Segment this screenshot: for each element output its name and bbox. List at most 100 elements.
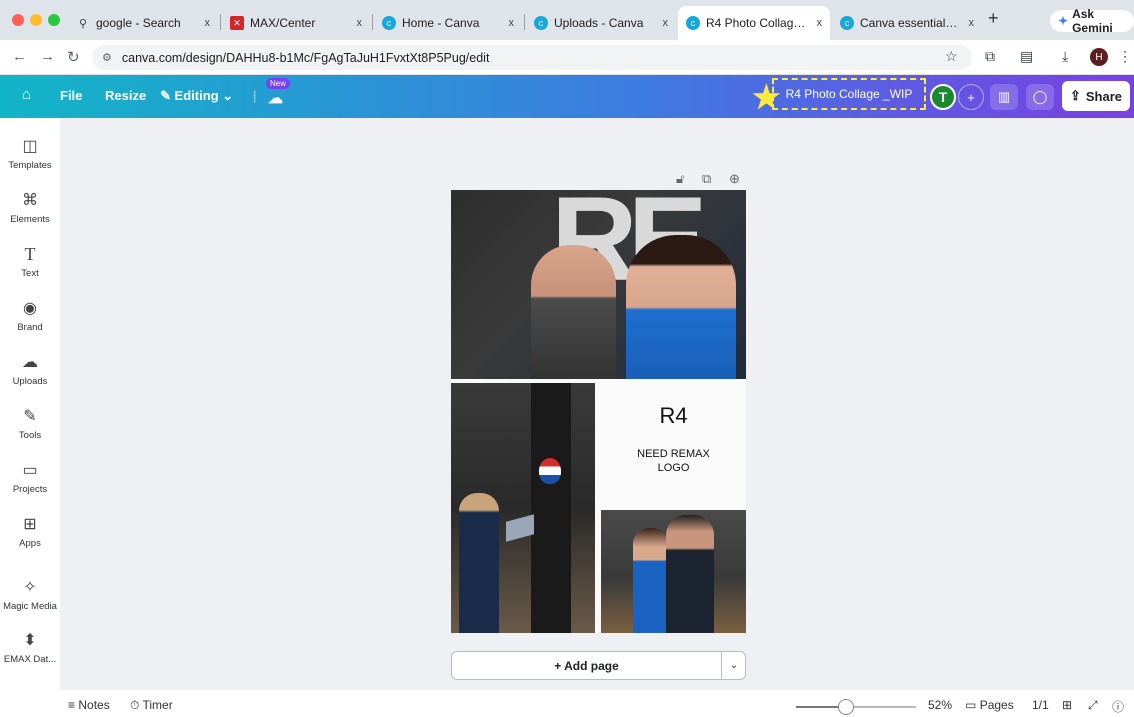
sidebar-item-templates[interactable]: ◫ Templates (0, 136, 60, 171)
address-bar[interactable]: ⚙ canva.com/design/DAHHu8-b1Mc/FgAgTaJuH… (92, 45, 972, 70)
canva-icon: c (840, 16, 854, 30)
home-icon[interactable]: ⌂ (22, 86, 31, 103)
tab-label: Canva essentials - Can (860, 16, 963, 30)
chevron-down-icon: ⌄ (222, 88, 234, 103)
file-menu-button[interactable]: File (60, 88, 82, 103)
close-tab-icon[interactable]: x (817, 17, 823, 29)
canva-icon: c (534, 16, 548, 30)
extensions-icon[interactable]: ⧉ (985, 48, 995, 65)
sidebar-item-projects[interactable]: ▭ Projects (0, 460, 60, 495)
logo-note-text[interactable]: NEED REMAX LOGO (601, 447, 746, 475)
close-tab-icon[interactable]: x (969, 17, 975, 29)
minimize-window-button[interactable] (30, 14, 42, 26)
timer-button[interactable]: ⏱︎ Timer (130, 698, 173, 713)
tab-uploads-canva[interactable]: c Uploads - Canva x (526, 6, 676, 40)
photo-booth[interactable] (451, 383, 595, 633)
grid-view-icon[interactable]: ⊞ (1062, 698, 1072, 712)
sidebar-item-text[interactable]: T Text (0, 244, 60, 279)
close-tab-icon[interactable]: x (205, 17, 211, 29)
sidebar-item-apps[interactable]: ⊞ Apps (0, 514, 60, 549)
templates-icon: ◫ (22, 138, 38, 155)
duplicate-page-icon[interactable]: ⧉ (702, 171, 711, 187)
notes-icon: ≡ (68, 698, 76, 712)
sidebar-item-brand[interactable]: ◉ Brand (0, 298, 60, 333)
editing-mode-button[interactable]: ✎ Editing ⌄ (160, 88, 233, 104)
add-page-icon[interactable]: ⊕ (729, 171, 740, 187)
pages-icon: ▭ (965, 698, 977, 712)
photo-person (626, 235, 736, 379)
photo-person (459, 493, 499, 633)
reading-mode-icon[interactable]: ▤ (1020, 48, 1033, 65)
photo-bottom-right[interactable] (601, 510, 746, 633)
sidebar-item-uploads[interactable]: ☁ Uploads (0, 352, 60, 387)
sidebar-item-tools[interactable]: ✎ Tools (0, 406, 60, 441)
ask-gemini-button[interactable]: ✦ Ask Gemini (1050, 7, 1134, 35)
close-tab-icon[interactable]: x (357, 17, 363, 29)
tab-home-canva[interactable]: c Home - Canva x (374, 6, 522, 40)
reload-icon[interactable]: ↻ (67, 48, 80, 66)
tab-r4-photo-collage[interactable]: c R4 Photo Collage _WIP x (678, 6, 830, 40)
photo-top[interactable]: RE (451, 190, 746, 379)
browser-menu-icon[interactable]: ⋮ (1118, 48, 1132, 65)
tab-label: R4 Photo Collage _WIP (706, 16, 811, 30)
tab-max-center[interactable]: ✕ MAX/Center x (222, 6, 370, 40)
bookmark-star-icon[interactable]: ☆ (945, 48, 958, 65)
comments-icon[interactable]: ◯ (1026, 84, 1054, 110)
forward-arrow-icon[interactable]: → (40, 48, 55, 65)
logo-note-line: NEED REMAX (637, 448, 710, 460)
site-info-icon[interactable]: ⚙ (102, 51, 112, 64)
pages-label: Pages (979, 698, 1014, 712)
add-collaborator-button[interactable]: + (958, 84, 984, 110)
maximize-window-button[interactable] (48, 14, 60, 26)
chevron-down-icon[interactable]: ⌄ (722, 652, 746, 679)
lock-icon[interactable]: 🔓︎ (676, 171, 684, 187)
close-tab-icon[interactable]: x (509, 17, 515, 29)
new-tab-button[interactable]: + (988, 8, 999, 29)
zoom-slider-handle[interactable] (838, 699, 854, 715)
design-page[interactable]: RE R4 NEED REMAX LOGO (451, 190, 746, 633)
tab-google-search[interactable]: ⚲ google - Search x (68, 6, 218, 40)
sidebar-item-elements[interactable]: ⌘ Elements (0, 190, 60, 225)
tools-icon: ✎ (23, 408, 37, 425)
browser-profile-avatar[interactable]: H (1090, 48, 1108, 66)
share-icon: ⇪ (1069, 88, 1081, 103)
pages-button[interactable]: ▭ Pages (965, 698, 1014, 712)
close-window-button[interactable] (12, 14, 24, 26)
logo-note-line: LOGO (657, 462, 690, 474)
apps-icon: ⊞ (23, 516, 37, 533)
close-tab-icon[interactable]: x (663, 17, 669, 29)
add-page-button[interactable]: + Add page (452, 652, 722, 679)
browser-toolbar: ← → ↻ ⚙ canva.com/design/DAHHu8-b1Mc/FgA… (0, 40, 1134, 75)
notes-button[interactable]: ≡ Notes (68, 698, 110, 712)
add-page-control: + Add page ⌄ (451, 651, 746, 680)
cloud-saved-icon[interactable]: ☁ (268, 89, 283, 107)
remax-icon: ✕ (230, 16, 244, 30)
zoom-slider[interactable] (796, 699, 916, 715)
fullscreen-icon[interactable]: ⤢ (1088, 698, 1098, 713)
sidebar-item-magic-media[interactable]: ✧ Magic Media (0, 577, 60, 612)
resize-button[interactable]: Resize (105, 88, 146, 103)
brand-icon: ◉ (23, 300, 37, 317)
user-avatar[interactable]: T (930, 84, 956, 110)
tab-canva-essentials[interactable]: c Canva essentials - Can x (832, 6, 982, 40)
sidebar-item-label: Magic Media (3, 601, 57, 612)
download-icon[interactable]: ⤓ (1062, 48, 1068, 65)
photo-person (633, 528, 668, 633)
text-block[interactable]: R4 NEED REMAX LOGO (601, 383, 746, 508)
back-arrow-icon[interactable]: ← (12, 48, 27, 65)
sidebar-item-label: Elements (10, 214, 50, 225)
sidebar-item-label: Brand (17, 322, 43, 333)
insights-icon[interactable]: ▥ (990, 84, 1018, 110)
sidebar-item-data[interactable]: ⬍ EMAX Dat... (0, 630, 60, 665)
share-button[interactable]: ⇪ Share (1062, 81, 1130, 111)
zoom-level[interactable]: 52% (928, 698, 952, 712)
sidebar-item-label: Templates (8, 160, 52, 171)
help-icon[interactable]: ⓘ (1112, 698, 1124, 715)
design-title[interactable]: R4 Photo Collage _WIP (772, 78, 926, 110)
gemini-label: Ask Gemini (1072, 7, 1113, 35)
r4-heading[interactable]: R4 (601, 403, 746, 429)
pencil-icon: ✎ (160, 88, 171, 103)
page-count: 1/1 (1032, 698, 1049, 712)
search-icon: ⚲ (78, 17, 88, 30)
share-label: Share (1085, 88, 1123, 104)
